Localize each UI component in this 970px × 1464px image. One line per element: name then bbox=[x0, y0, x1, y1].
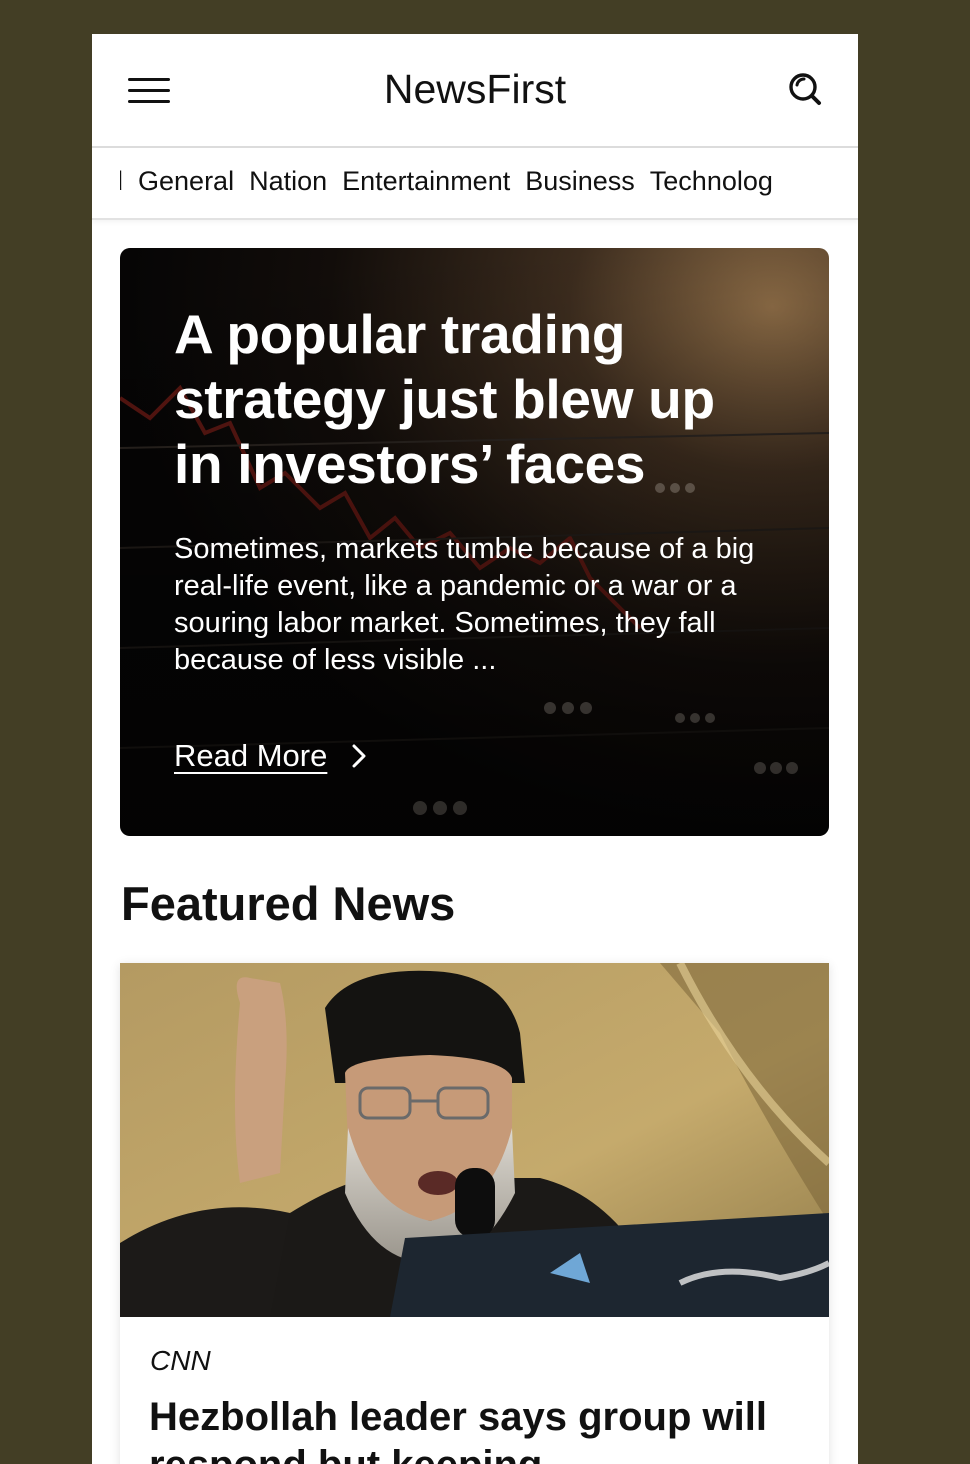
category-track: rld General Nation Entertainment Business Tec… bbox=[120, 166, 830, 197]
news-card-source: CNN bbox=[150, 1345, 211, 1376]
hero-article[interactable]: A popular trading strategy just blew up … bbox=[120, 248, 829, 836]
read-more-link[interactable]: Read More bbox=[174, 738, 367, 774]
news-card-title[interactable]: Hezbollah leader says group will respond… bbox=[149, 1393, 809, 1464]
category-tab-technolog[interactable]: Technolog bbox=[650, 166, 773, 197]
app-screen: NewsFirst rld General Nation Entertainment B… bbox=[92, 34, 858, 1464]
news-card-image bbox=[120, 963, 829, 1317]
brand-title[interactable]: NewsFirst bbox=[92, 66, 858, 113]
category-tab-nation[interactable]: Nation bbox=[249, 166, 327, 197]
chevron-right-icon bbox=[352, 744, 366, 768]
category-tab-general[interactable]: General bbox=[138, 166, 234, 197]
hero-headline[interactable]: A popular trading strategy just blew up … bbox=[174, 302, 774, 497]
hero-content: A popular trading strategy just blew up … bbox=[174, 302, 774, 679]
app-header: NewsFirst bbox=[92, 34, 858, 148]
category-tab-entertainment[interactable]: Entertainment bbox=[342, 166, 510, 197]
hero-summary: Sometimes, markets tumble because of a b… bbox=[174, 533, 755, 676]
category-tab-business[interactable]: Business bbox=[525, 166, 635, 197]
read-more-label: Read More bbox=[174, 738, 328, 773]
search-button[interactable] bbox=[786, 70, 826, 110]
category-tab-rld[interactable]: rld bbox=[120, 166, 123, 197]
news-card[interactable]: CNN Hezbollah leader says group will res… bbox=[120, 963, 829, 1464]
category-tabs: rld General Nation Entertainment Business Tec… bbox=[92, 148, 858, 220]
featured-news-heading: Featured News bbox=[121, 877, 456, 930]
search-icon bbox=[789, 73, 821, 105]
